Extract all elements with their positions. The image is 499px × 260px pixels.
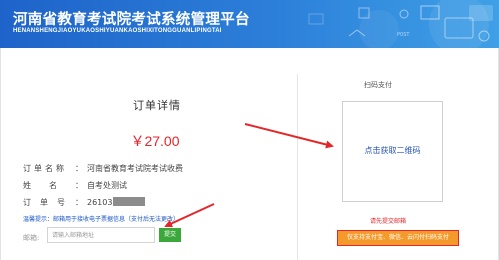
header-subtitle: HENANSHENGJIAOYUKAOSHIYUANKAOSHIXITONGGU… [13, 28, 222, 34]
order-name-row: 订单名称：河南省教育考试院考试收费 [23, 164, 183, 173]
name-value: 自考处测试 [87, 181, 127, 190]
app-header: 河南省教育考试院考试系统管理平台 HENANSHENGJIAOYUKAOSHIY… [0, 0, 499, 48]
supported-payment-methods: 仅支持支付宝、微信、云闪付扫码支付 [337, 230, 459, 246]
column-divider [297, 74, 298, 260]
order-name-value: 河南省教育考试院考试收费 [87, 164, 183, 173]
order-number-label: 订单号 [23, 198, 74, 207]
order-number-row: 订单号： 26103 [23, 197, 146, 208]
svg-text:P0ST: P0ST [397, 32, 410, 38]
submit-email-button[interactable]: 提交 [159, 228, 181, 242]
redacted-block [113, 197, 146, 206]
email-hint: 温馨提示：邮箱用于接收电子票据信息（支付后无法更改） [23, 216, 180, 223]
order-name-label: 订单名称 [23, 164, 67, 173]
email-label: 邮箱: [23, 234, 40, 242]
order-details-title: 订单详情 [133, 99, 181, 112]
email-input[interactable] [47, 227, 155, 243]
submit-email-prompt: 请先提交邮箱 [370, 218, 407, 225]
order-amount: ￥27.00 [130, 133, 180, 149]
qr-code-box: 点击获取二维码 [342, 101, 443, 202]
name-row: 姓名： 自考处测试 [23, 181, 127, 190]
get-qr-code-link[interactable]: 点击获取二维码 [343, 145, 442, 156]
header-decoration-icon: P0ST [308, 0, 493, 48]
order-number-value: 26103 [87, 198, 113, 207]
scan-pay-title: 扫码支付 [364, 81, 392, 89]
name-label: 姓名 [23, 181, 75, 190]
